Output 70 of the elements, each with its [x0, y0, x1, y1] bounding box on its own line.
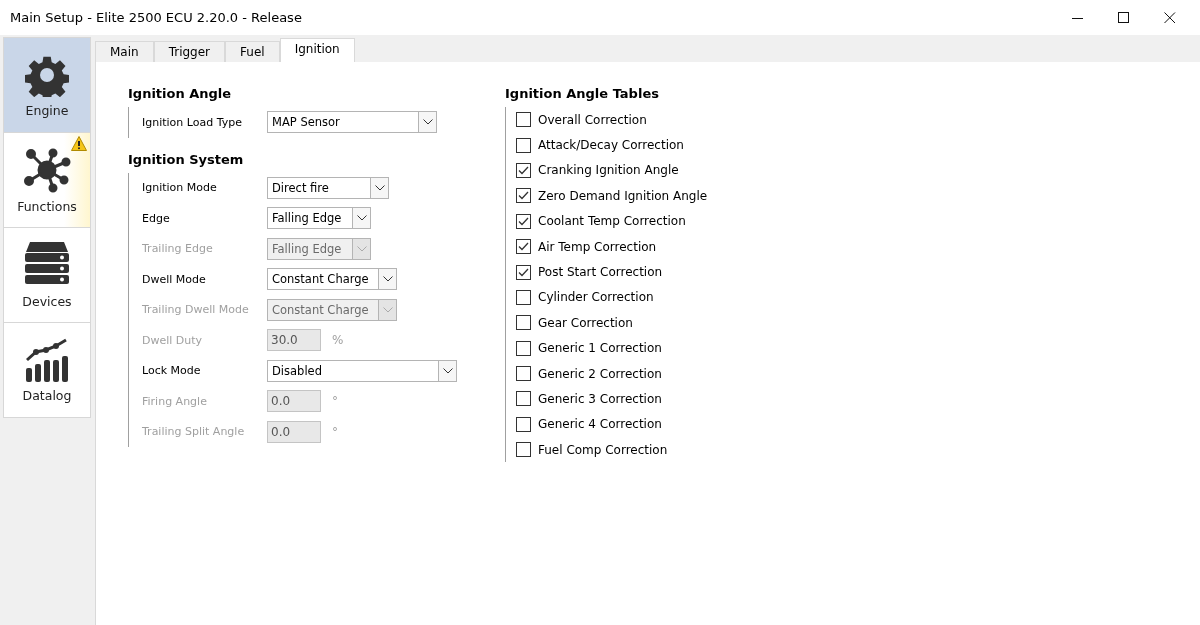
checkbox[interactable] — [516, 188, 531, 204]
checkbox-label: Coolant Temp Correction — [538, 214, 686, 229]
checkbox-label: Fuel Comp Correction — [538, 442, 668, 457]
checkbox[interactable] — [516, 112, 531, 128]
caret-icon — [382, 306, 393, 313]
checkbox-label: Attack/Decay Correction — [538, 138, 684, 153]
close-icon[interactable] — [1164, 11, 1176, 24]
window-title: Main Setup - Elite 2500 ECU 2.20.0 - Release — [9, 10, 302, 25]
sidebar-item[interactable]: Functions — [3, 133, 91, 228]
checkbox[interactable] — [516, 315, 531, 331]
field-label: Trailing Split Angle — [142, 425, 246, 439]
checkbox[interactable] — [516, 442, 531, 458]
caret-icon — [442, 367, 453, 374]
checkbox[interactable] — [516, 239, 531, 255]
section-heading: Ignition Angle — [128, 86, 233, 101]
checkbox[interactable] — [516, 391, 531, 407]
section-heading: Ignition Angle Tables — [505, 86, 660, 101]
tab[interactable]: Trigger — [153, 41, 226, 62]
unit-label: % — [332, 333, 344, 348]
checkbox-label: Cylinder Correction — [538, 290, 654, 305]
tab[interactable]: Main — [95, 41, 154, 62]
tab[interactable]: Ignition — [279, 38, 355, 62]
checkbox-label: Zero Demand Ignition Angle — [538, 188, 708, 203]
checkbox[interactable] — [516, 213, 531, 229]
unit-label: ° — [332, 394, 338, 409]
checkbox-label: Gear Correction — [538, 315, 633, 330]
tab[interactable]: Fuel — [225, 41, 280, 62]
sidebar-item[interactable]: Engine — [3, 37, 91, 133]
field-label: Ignition Mode — [142, 181, 218, 195]
checkbox[interactable] — [516, 340, 531, 356]
checkbox-label: Generic 1 Correction — [538, 341, 662, 356]
dropdown[interactable]: Disabled — [267, 359, 457, 382]
field-label: Ignition Load Type — [142, 115, 243, 129]
checkbox[interactable] — [516, 416, 531, 432]
network-icon — [23, 146, 71, 193]
unit-label: ° — [332, 424, 338, 439]
caret-icon — [356, 215, 367, 222]
field-label: Dwell Mode — [142, 272, 207, 286]
checkbox-label: Generic 3 Correction — [538, 392, 662, 406]
checkbox-label: Generic 4 Correction — [538, 417, 662, 432]
checkbox[interactable] — [516, 137, 531, 153]
caret-icon — [382, 276, 393, 283]
warning-icon — [71, 136, 87, 151]
checkbox[interactable] — [516, 289, 531, 305]
caret-icon — [422, 119, 433, 126]
field-label: Dwell Duty — [142, 333, 204, 347]
section-heading: Ignition System — [128, 151, 245, 167]
checkbox[interactable] — [516, 366, 531, 382]
field-label: Trailing Edge — [142, 242, 214, 256]
sidebar-item[interactable]: Datalog — [3, 323, 91, 418]
field-label: Trailing Dwell Mode — [142, 303, 250, 317]
caret-icon — [356, 245, 367, 252]
dropdown[interactable]: Direct fire — [267, 176, 389, 199]
dropdown[interactable]: Falling Edge — [267, 207, 371, 230]
field-label: Lock Mode — [142, 364, 202, 378]
field-label: Firing Angle — [142, 394, 208, 408]
checkbox[interactable] — [516, 264, 531, 280]
maximize-icon[interactable] — [1118, 11, 1130, 24]
checkbox[interactable] — [516, 162, 531, 178]
field-label: Edge — [142, 211, 171, 225]
checkbox-label: Post Start Correction — [538, 265, 663, 280]
checkbox-label: Cranking Ignition Angle — [538, 163, 679, 178]
sidebar-item[interactable]: Devices — [3, 228, 91, 323]
chart-icon — [25, 337, 69, 382]
dropdown[interactable]: Constant Charge — [267, 268, 397, 291]
checkbox-label: Generic 2 Correction — [538, 366, 662, 381]
dropdown[interactable]: MAP Sensor — [267, 111, 437, 134]
checkbox-label: Overall Correction — [538, 112, 647, 127]
caret-icon — [374, 184, 385, 191]
checkbox-label: Air Temp Correction — [538, 239, 657, 254]
